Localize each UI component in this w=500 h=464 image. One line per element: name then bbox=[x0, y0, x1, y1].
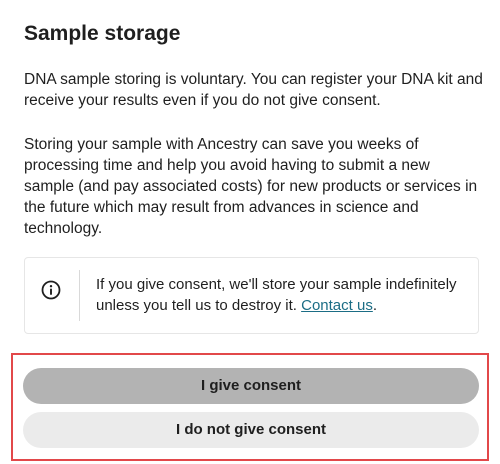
voluntary-paragraph: DNA sample storing is voluntary. You can… bbox=[24, 71, 483, 109]
info-trailing: . bbox=[372, 297, 377, 314]
info-message: If you give consent, we'll store your sa… bbox=[96, 276, 457, 314]
decline-consent-button[interactable]: I do not give consent bbox=[23, 412, 479, 448]
info-text: If you give consent, we'll store your sa… bbox=[96, 274, 471, 316]
sample-storage-panel: Sample storage DNA sample storing is vol… bbox=[0, 0, 500, 464]
contact-us-link[interactable]: Contact us bbox=[301, 297, 373, 314]
benefits-paragraph: Storing your sample with Ancestry can sa… bbox=[24, 136, 478, 237]
info-icon bbox=[41, 280, 61, 300]
give-consent-button[interactable]: I give consent bbox=[23, 368, 479, 404]
info-divider bbox=[79, 270, 80, 321]
page-title: Sample storage bbox=[24, 22, 181, 45]
consent-info-box: If you give consent, we'll store your sa… bbox=[24, 257, 479, 334]
